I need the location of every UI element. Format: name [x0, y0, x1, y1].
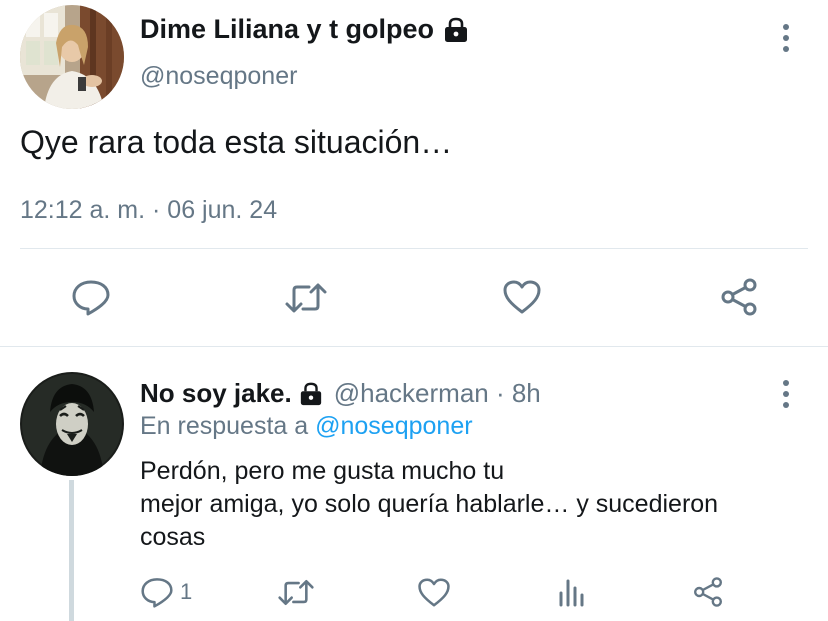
thread-line — [69, 480, 74, 621]
retweet-icon — [278, 579, 314, 605]
reply-icon — [141, 578, 173, 608]
display-name-text: Dime Liliana y t golpeo — [140, 14, 435, 44]
reply-context: En respuesta a @noseqponer — [140, 412, 473, 441]
reply-count: 1 — [180, 579, 193, 604]
reply-text-line: Perdón, pero me gusta mucho tu — [140, 457, 505, 485]
like-button[interactable] — [414, 575, 454, 609]
lock-icon — [445, 17, 468, 42]
reply-text-line: mejor amiga, yo solo quería hablarle… y … — [140, 490, 719, 518]
share-icon — [721, 278, 757, 316]
reply-mention-link[interactable]: @noseqponer — [315, 412, 472, 440]
avatar[interactable] — [20, 372, 124, 476]
reply-display-name[interactable]: No soy jake. — [140, 378, 292, 409]
reply-text-line: cosas — [140, 523, 206, 551]
avatar-photo — [20, 5, 124, 109]
reply-header: No soy jake. @hackerman · 8h — [140, 378, 541, 409]
avatar[interactable] — [20, 5, 124, 109]
divider — [0, 346, 828, 347]
reply-handle-time[interactable]: @hackerman · 8h — [334, 378, 541, 409]
display-name[interactable]: Dime Liliana y t golpeo — [140, 14, 470, 45]
share-button[interactable] — [716, 276, 762, 318]
retweet-icon — [285, 283, 327, 313]
retweet-button[interactable] — [274, 575, 318, 609]
handle[interactable]: @noseqponer — [140, 62, 297, 91]
reply-text: Perdón, pero me gusta mucho tu mejor ami… — [140, 455, 800, 554]
reply-button[interactable]: 1 — [140, 574, 210, 610]
share-button[interactable] — [690, 574, 726, 610]
analytics-button[interactable] — [554, 574, 588, 610]
like-icon — [503, 280, 541, 314]
more-options-icon[interactable] — [781, 380, 791, 408]
reply-icon — [72, 280, 110, 316]
like-button[interactable] — [499, 276, 545, 318]
reply-button[interactable] — [68, 276, 114, 318]
lock-icon — [300, 382, 321, 405]
share-icon — [694, 577, 722, 607]
timestamp[interactable]: 12:12 a. m. · 06 jun. 24 — [20, 196, 277, 225]
retweet-button[interactable] — [283, 278, 329, 318]
more-options-icon[interactable] — [781, 24, 791, 52]
tweet-text: Qye rara toda esta situación… — [20, 124, 453, 160]
avatar-photo — [20, 372, 124, 476]
reply-prefix: En respuesta a — [140, 412, 309, 440]
divider — [20, 248, 808, 249]
like-icon — [418, 577, 450, 607]
analytics-icon — [559, 579, 584, 607]
